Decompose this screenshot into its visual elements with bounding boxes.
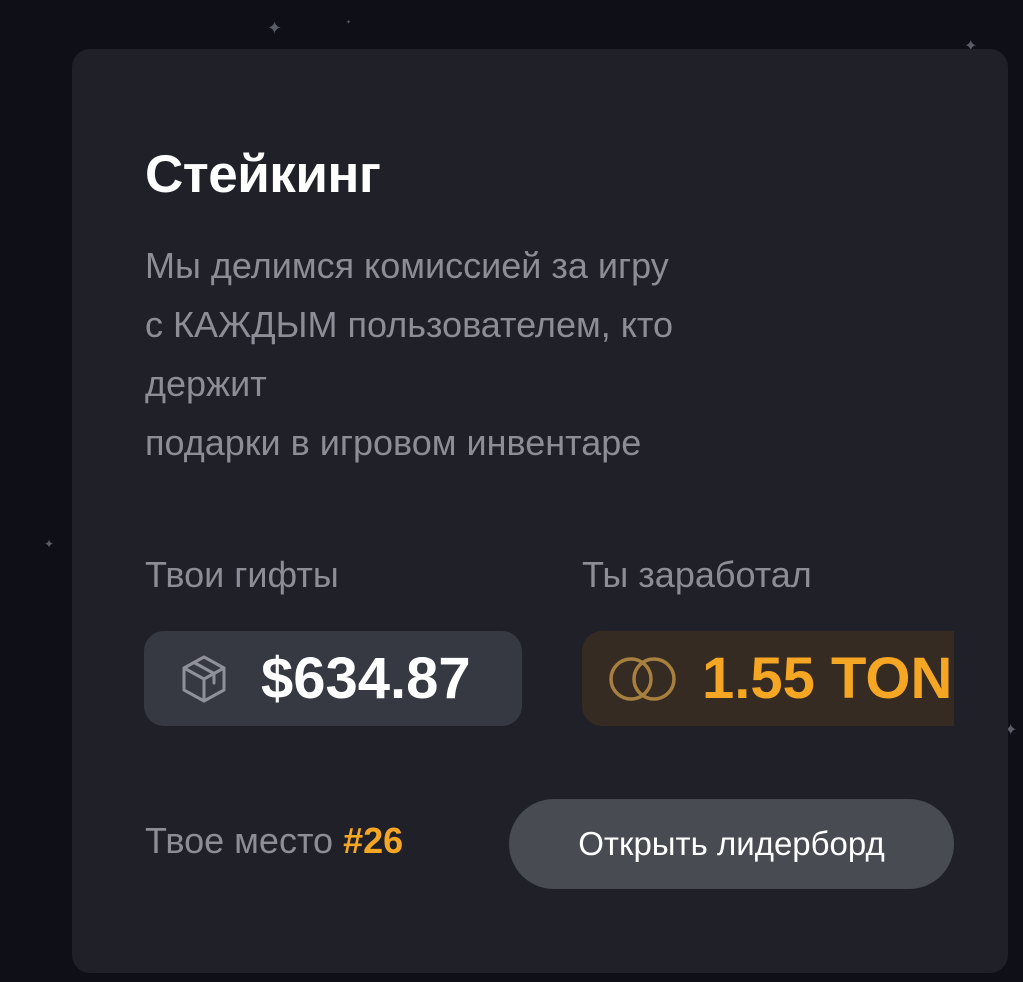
- sparkle-icon: ✦: [267, 18, 283, 39]
- earned-value: 1.55 TON: [702, 645, 953, 711]
- gift-box-icon: [177, 652, 231, 706]
- open-leaderboard-button[interactable]: Открыть лидерборд: [509, 799, 954, 889]
- rank-label: Твое место: [145, 820, 334, 861]
- sparkle-icon: ✦: [346, 19, 352, 26]
- coins-icon: [606, 654, 680, 704]
- rank-text: Твое место #26: [145, 817, 403, 865]
- card-title: Стейкинг: [145, 145, 381, 204]
- description-line: подарки в игровом инвентаре: [145, 422, 642, 463]
- earned-label: Ты заработал: [582, 554, 812, 595]
- earned-value-pill: 1.55 TON: [582, 631, 954, 726]
- description-line: держит: [145, 363, 267, 404]
- staking-card: Стейкинг Мы делимся комиссией за игру с …: [72, 49, 1008, 973]
- sparkle-icon: ✦: [44, 537, 55, 551]
- description-line: Мы делимся комиссией за игру: [145, 245, 669, 286]
- rank-value: #26: [343, 820, 404, 861]
- gifts-label: Твои гифты: [145, 554, 339, 595]
- gifts-value-pill: $634.87: [144, 631, 522, 726]
- card-description: Мы делимся комиссией за игру с КАЖДЫМ по…: [145, 236, 865, 472]
- description-line: с КАЖДЫМ пользователем, кто: [145, 304, 673, 345]
- gifts-value: $634.87: [261, 645, 471, 711]
